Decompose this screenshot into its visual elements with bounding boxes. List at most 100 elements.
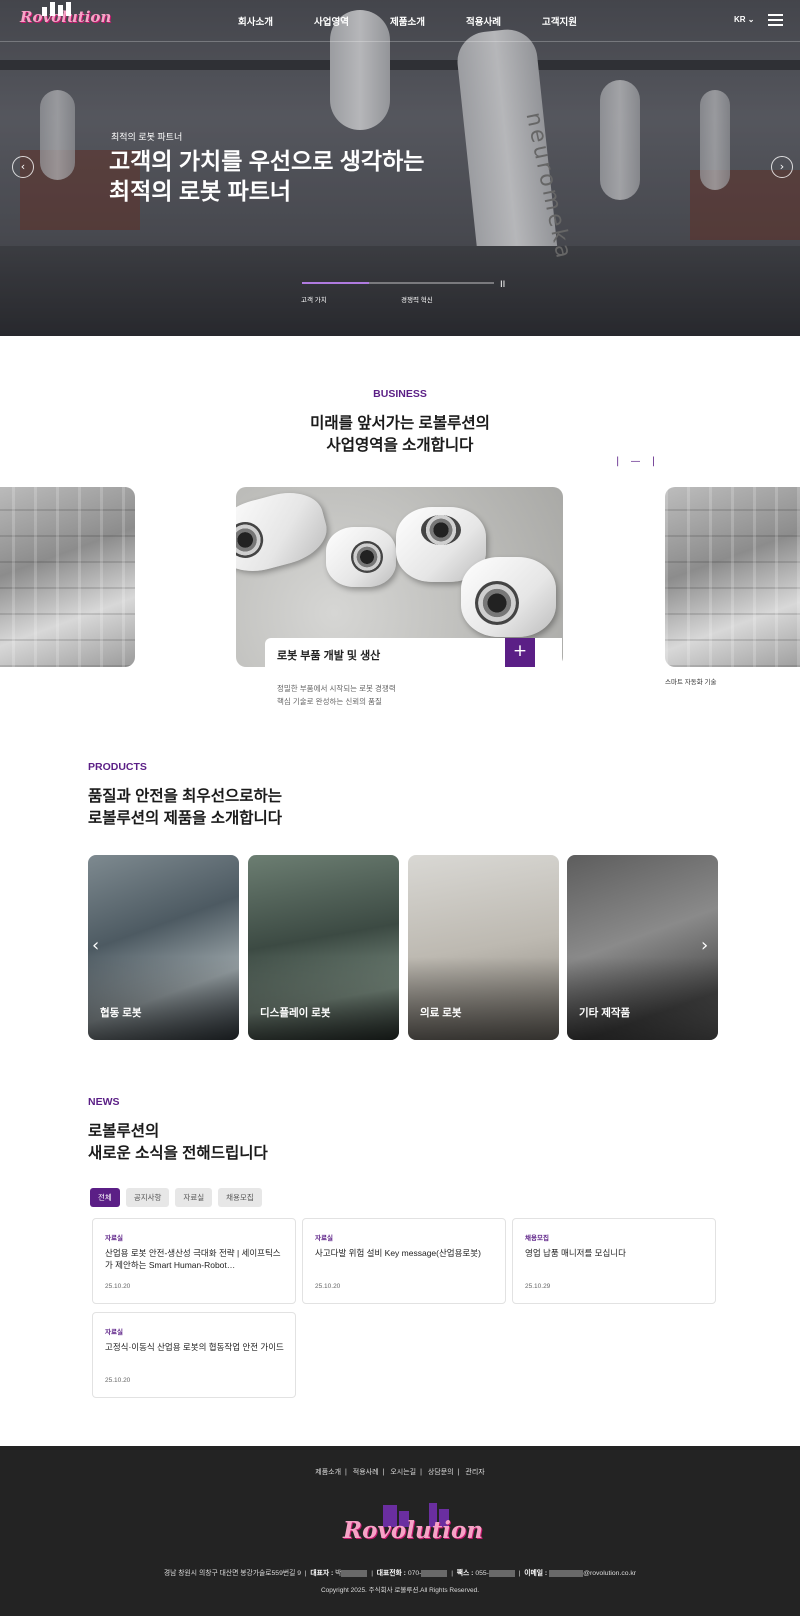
business-title-line: 사업영역을 소개합니다 — [326, 437, 474, 454]
chevron-down-icon: ⌄ — [747, 15, 755, 24]
nav-item-products[interactable]: 제품소개 — [390, 14, 466, 28]
tab-all[interactable]: 전체 — [90, 1188, 120, 1207]
hamburger-menu-icon[interactable] — [768, 14, 783, 26]
robot-part-image — [236, 487, 334, 581]
products-next-arrow-icon[interactable]: › — [701, 935, 708, 956]
news-card-date: 25.10.20 — [105, 1377, 131, 1384]
news-tabs: 전체 공지사항 자료실 채용모집 — [90, 1188, 262, 1207]
products-title-line: 품질과 안전을 최우선으로하는 — [88, 788, 282, 805]
news-card[interactable]: 자료실 고정식·이동식 산업용 로봇의 협동작업 안전 가이드 25.10.20 — [92, 1312, 296, 1398]
business-side-card-label[interactable]: 스마트 자동화 기술 — [665, 676, 716, 686]
product-card-other-products[interactable]: 기타 제작품 — [567, 855, 718, 1040]
tab-recruit[interactable]: 채용모집 — [218, 1188, 262, 1207]
product-card-collaborative-robot[interactable]: 협동 로봇 — [88, 855, 239, 1040]
redacted-block — [549, 1569, 584, 1577]
news-card-date: 25.10.20 — [105, 1283, 131, 1290]
footer-email: @rovolution.co.kr — [583, 1570, 637, 1577]
news-card-title: 영업 납품 매니저를 모십니다 — [525, 1248, 626, 1258]
hero-title-line: 최적의 로봇 파트너 — [109, 178, 292, 204]
plus-icon[interactable]: + — [505, 638, 535, 667]
footer-address-text: 경남 창원시 의창구 대산면 봉강가술로559번길 9 — [163, 1570, 302, 1577]
hero-prev-arrow-icon[interactable]: ‹ — [12, 156, 34, 178]
products-prev-arrow-icon[interactable]: ‹ — [92, 935, 99, 956]
footer-link[interactable]: 상담문의 — [428, 1469, 454, 1476]
robot-part-image — [461, 557, 556, 637]
product-card-label: 디스플레이 로봇 — [260, 1007, 331, 1019]
news-card-title: 산업용 로봇 안전-생산성 극대화 전략 | 세이프틱스가 제안하는 Smart… — [105, 1248, 281, 1270]
products-section-label: PRODUCTS — [88, 761, 147, 773]
footer-phone: 070- — [407, 1570, 422, 1577]
footer-logo-text: Rovolution — [343, 1517, 484, 1544]
logo-buildings-icon — [42, 2, 72, 16]
business-card-title: 로봇 부품 개발 및 생산 — [277, 650, 381, 662]
business-pager[interactable]: | — | — [616, 456, 659, 467]
footer-fax-label: 팩스 : — [456, 1570, 474, 1577]
business-desc-line: 정밀한 부품에서 시작되는 로봇 경쟁력 — [277, 684, 396, 693]
news-card-title: 고정식·이동식 산업용 로봇의 협동작업 안전 가이드 — [105, 1342, 284, 1352]
news-card-category: 자료실 — [105, 1329, 123, 1336]
footer-link[interactable]: 적용사례 — [353, 1469, 379, 1476]
products-title-line: 로볼루션의 제품을 소개합니다 — [88, 810, 282, 827]
redacted-block — [341, 1569, 368, 1577]
hero-step-label[interactable]: 경쟁력 혁신 — [401, 294, 433, 304]
news-card[interactable]: 자료실 사고다발 위험 설비 Key message(산업용로봇) 25.10.… — [302, 1218, 506, 1304]
business-card-prev-image[interactable] — [0, 487, 135, 667]
footer-links: 제품소개 | 적용사례 | 오시는길 | 상담문의 | 관리자 — [315, 1469, 485, 1476]
site-logo[interactable]: Rovolution — [20, 2, 111, 26]
footer-email-label: 이메일 : — [524, 1570, 548, 1577]
business-desc-line: 핵심 기술로 완성하는 신뢰의 품질 — [277, 697, 382, 706]
news-card-category: 채용모집 — [525, 1235, 549, 1242]
hero-title: 고객의 가치를 우선으로 생각하는 최적의 로봇 파트너 — [109, 146, 424, 206]
news-title-line: 로볼루션의 — [88, 1123, 160, 1140]
footer-link[interactable]: 오시는길 — [390, 1469, 416, 1476]
news-card-category: 자료실 — [315, 1235, 333, 1242]
redacted-block — [421, 1569, 448, 1577]
footer-fax: 055- — [475, 1570, 489, 1577]
footer-link[interactable]: 제품소개 — [315, 1469, 341, 1476]
footer-address: 경남 창원시 의창구 대산면 봉강가술로559번길 9 | 대표자 : 박 | … — [163, 1569, 637, 1577]
pause-icon[interactable]: II — [500, 280, 505, 290]
product-card-label: 기타 제작품 — [579, 1007, 631, 1019]
nav-item-company[interactable]: 회사소개 — [238, 14, 314, 28]
tab-notice[interactable]: 공지사항 — [125, 1188, 170, 1207]
news-card-date: 25.10.29 — [525, 1283, 551, 1290]
hero-step-label[interactable]: 고객 가치 — [301, 294, 327, 304]
footer-link[interactable]: 관리자 — [465, 1469, 484, 1476]
news-card-title: 사고다발 위험 설비 Key message(산업용로봇) — [315, 1248, 481, 1258]
products-section-title: 품질과 안전을 최우선으로하는 로볼루션의 제품을 소개합니다 — [88, 786, 282, 830]
nav-item-cases[interactable]: 적용사례 — [466, 14, 542, 28]
hero-progress-fill — [302, 282, 370, 284]
news-section-label: NEWS — [88, 1096, 120, 1108]
footer-logo[interactable]: Rovolution — [343, 1501, 483, 1553]
news-card-category: 자료실 — [105, 1235, 123, 1242]
language-selector[interactable]: KR ⌄ — [734, 15, 755, 24]
hero-next-arrow-icon[interactable]: › — [771, 156, 793, 178]
business-section-title: 미래를 앞서가는 로볼루션의 사업영역을 소개합니다 — [0, 413, 800, 457]
footer-ceo-label: 대표자 : — [310, 1570, 334, 1577]
hero-title-line: 고객의 가치를 우선으로 생각하는 — [109, 148, 425, 174]
product-card-medical-robot[interactable]: 의료 로봇 — [408, 855, 559, 1040]
hero-subtitle: 최적의 로봇 파트너 — [111, 132, 183, 142]
nav-item-support[interactable]: 고객지원 — [542, 14, 618, 28]
news-card[interactable]: 채용모집 영업 납품 매니저를 모십니다 25.10.29 — [512, 1218, 716, 1304]
robot-part-image — [326, 527, 396, 587]
footer-phone-label: 대표전화 : — [376, 1570, 406, 1577]
nav-item-business[interactable]: 사업영역 — [314, 14, 390, 28]
footer-copyright: Copyright 2025. 주식회사 로볼루션.All Rights Res… — [320, 1587, 480, 1594]
redacted-block — [488, 1569, 515, 1577]
news-card-date: 25.10.20 — [315, 1283, 341, 1290]
tab-archive[interactable]: 자료실 — [175, 1188, 213, 1207]
product-card-label: 협동 로봇 — [100, 1007, 142, 1019]
business-card-next-image[interactable] — [665, 487, 800, 667]
main-nav: 회사소개 사업영역 제품소개 적용사례 고객지원 — [238, 14, 618, 28]
top-navigation: Rovolution 회사소개 사업영역 제품소개 적용사례 고객지원 KR ⌄ — [0, 0, 800, 42]
business-title-line: 미래를 앞서가는 로볼루션의 — [310, 415, 490, 432]
hero-progress-bar — [302, 282, 494, 284]
news-section-title: 로볼루션의 새로운 소식을 전해드립니다 — [88, 1121, 268, 1165]
product-card-display-robot[interactable]: 디스플레이 로봇 — [248, 855, 399, 1040]
product-card-label: 의료 로봇 — [420, 1007, 462, 1019]
news-card[interactable]: 자료실 산업용 로봇 안전-생산성 극대화 전략 | 세이프틱스가 제안하는 S… — [92, 1218, 296, 1304]
business-card-desc: 정밀한 부품에서 시작되는 로봇 경쟁력 핵심 기술로 완성하는 신뢰의 품질 — [277, 682, 396, 708]
business-section-label: BUSINESS — [373, 388, 427, 400]
news-title-line: 새로운 소식을 전해드립니다 — [88, 1145, 268, 1162]
